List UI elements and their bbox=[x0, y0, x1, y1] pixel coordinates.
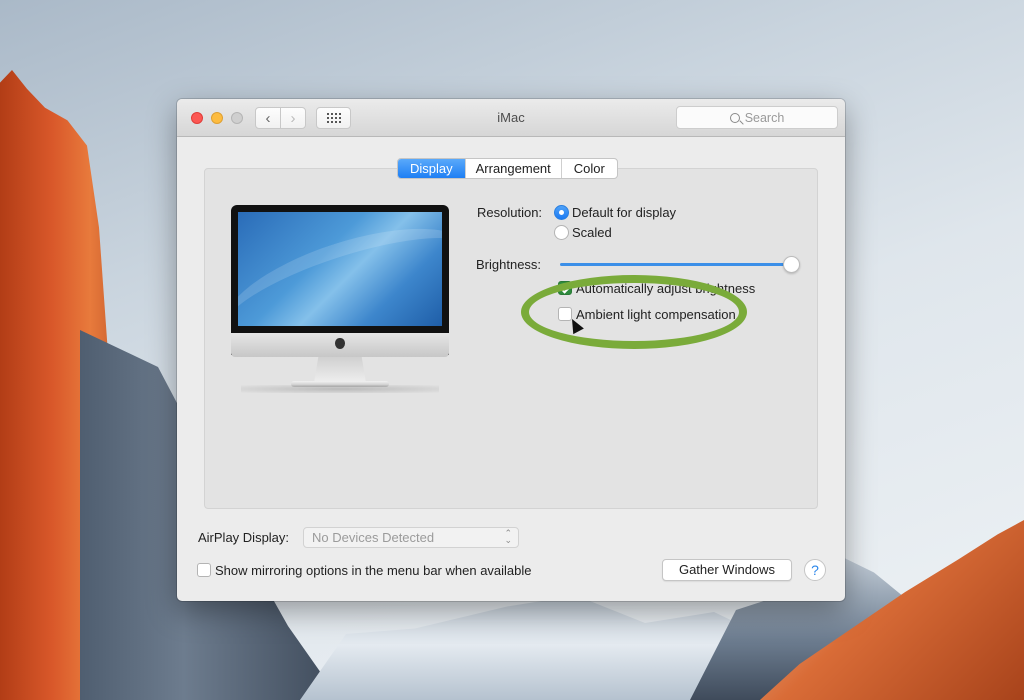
resolution-default-label[interactable]: Default for display bbox=[572, 205, 676, 220]
mirroring-label[interactable]: Show mirroring options in the menu bar w… bbox=[215, 563, 532, 578]
resolution-scaled-label[interactable]: Scaled bbox=[572, 225, 612, 240]
search-field[interactable]: Search bbox=[676, 106, 838, 129]
tab-display[interactable]: Display bbox=[398, 159, 465, 178]
updown-arrows-icon: ⌃ ⌄ bbox=[504, 528, 512, 545]
gather-windows-button[interactable]: Gather Windows bbox=[662, 559, 792, 581]
airplay-selected-value: No Devices Detected bbox=[312, 530, 435, 545]
mirroring-checkbox[interactable] bbox=[197, 563, 211, 577]
tab-arrangement[interactable]: Arrangement bbox=[464, 159, 561, 178]
title-bar: ‹ › iMac Search bbox=[177, 99, 845, 137]
resolution-default-radio[interactable] bbox=[554, 205, 569, 220]
wallpaper-valley bbox=[300, 595, 760, 700]
airplay-display-select[interactable]: No Devices Detected ⌃ ⌄ bbox=[303, 527, 519, 548]
search-placeholder: Search bbox=[744, 110, 785, 125]
auto-brightness-label[interactable]: Automatically adjust brightness bbox=[576, 281, 755, 296]
search-icon bbox=[729, 112, 740, 123]
ambient-light-label[interactable]: Ambient light compensation bbox=[576, 307, 736, 322]
brightness-label: Brightness: bbox=[476, 257, 542, 272]
help-button[interactable]: ? bbox=[804, 559, 826, 581]
imac-illustration bbox=[231, 205, 449, 393]
brightness-slider-track[interactable] bbox=[560, 263, 788, 266]
resolution-label: Resolution: bbox=[477, 205, 543, 220]
apple-logo-icon bbox=[335, 338, 345, 349]
tab-color[interactable]: Color bbox=[560, 159, 617, 178]
brightness-slider-thumb[interactable] bbox=[783, 256, 800, 273]
auto-brightness-checkbox[interactable] bbox=[558, 281, 572, 295]
imac-screen bbox=[238, 212, 442, 326]
displays-preferences-window: ‹ › iMac Search Display Arrangement Colo… bbox=[177, 99, 845, 601]
airplay-label: AirPlay Display: bbox=[198, 530, 290, 545]
resolution-scaled-radio[interactable] bbox=[554, 225, 569, 240]
tab-bar: Display Arrangement Color bbox=[397, 158, 618, 179]
